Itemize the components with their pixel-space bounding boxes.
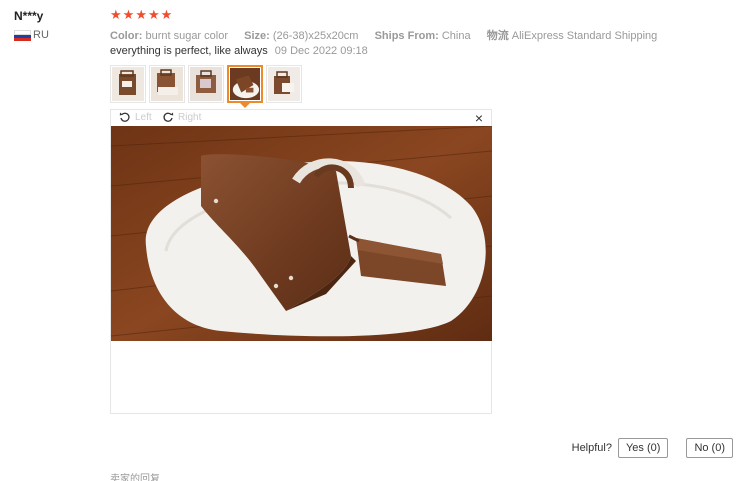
- size-key: Size:: [244, 30, 270, 42]
- viewer-toolbar: Left Right ×: [111, 110, 491, 126]
- russia-flag-icon: [14, 29, 31, 41]
- ships-from-value: China: [441, 30, 471, 42]
- rating-stars: ★ ★ ★ ★ ★: [110, 8, 172, 22]
- helpful-label: Helpful?: [571, 442, 612, 454]
- logistics-value: AliExpress Standard Shipping: [511, 30, 658, 42]
- review-date: 09 Dec 2022 09:18: [274, 45, 368, 57]
- star-icon: ★: [110, 7, 122, 22]
- ships-from-key: Ships From:: [374, 30, 439, 42]
- photo-thumbnail[interactable]: [188, 65, 224, 103]
- seller-reply-label: 卖家的回复: [110, 474, 160, 481]
- rotate-left-button[interactable]: Left: [119, 111, 152, 123]
- rotate-right-label: Right: [178, 111, 202, 123]
- star-icon: ★: [122, 7, 135, 22]
- rotate-left-icon: [119, 112, 130, 122]
- star-icon: ★: [160, 7, 173, 22]
- photo-thumbnail[interactable]: [266, 65, 302, 103]
- photo-viewer: Left Right ×: [110, 109, 492, 414]
- rotate-right-button[interactable]: Right: [162, 111, 201, 123]
- helpful-yes-button[interactable]: Yes (0): [617, 438, 669, 458]
- reviewer-name: N***y: [14, 9, 44, 23]
- color-key: Color:: [110, 30, 143, 42]
- photo-thumbnail[interactable]: [149, 65, 185, 103]
- rotate-right-icon: [163, 112, 174, 122]
- reviewer-country: RU: [14, 29, 49, 41]
- country-code: RU: [33, 29, 49, 41]
- size-value: (26-38)x25x20cm: [272, 30, 359, 42]
- rotate-left-label: Left: [135, 111, 152, 123]
- star-icon: ★: [147, 7, 160, 22]
- color-value: burnt sugar color: [145, 30, 228, 42]
- review-photo-thumbnails: [110, 65, 302, 108]
- logistics-key: 物流: [486, 30, 509, 42]
- star-icon: ★: [135, 7, 147, 22]
- helpful-vote: Helpful? Yes (0) No (0): [572, 438, 733, 458]
- review-content: everything is perfect, like always 09 De…: [110, 45, 368, 57]
- product-attributes: Color: burnt sugar color Size: (26-38)x2…: [110, 27, 657, 43]
- close-icon[interactable]: ×: [475, 110, 483, 126]
- photo-thumbnail[interactable]: [110, 65, 146, 103]
- helpful-no-button[interactable]: No (0): [686, 438, 733, 458]
- review-photo-large: [111, 126, 492, 341]
- review-text: everything is perfect, like always: [110, 45, 268, 57]
- photo-thumbnail-selected[interactable]: [227, 65, 263, 108]
